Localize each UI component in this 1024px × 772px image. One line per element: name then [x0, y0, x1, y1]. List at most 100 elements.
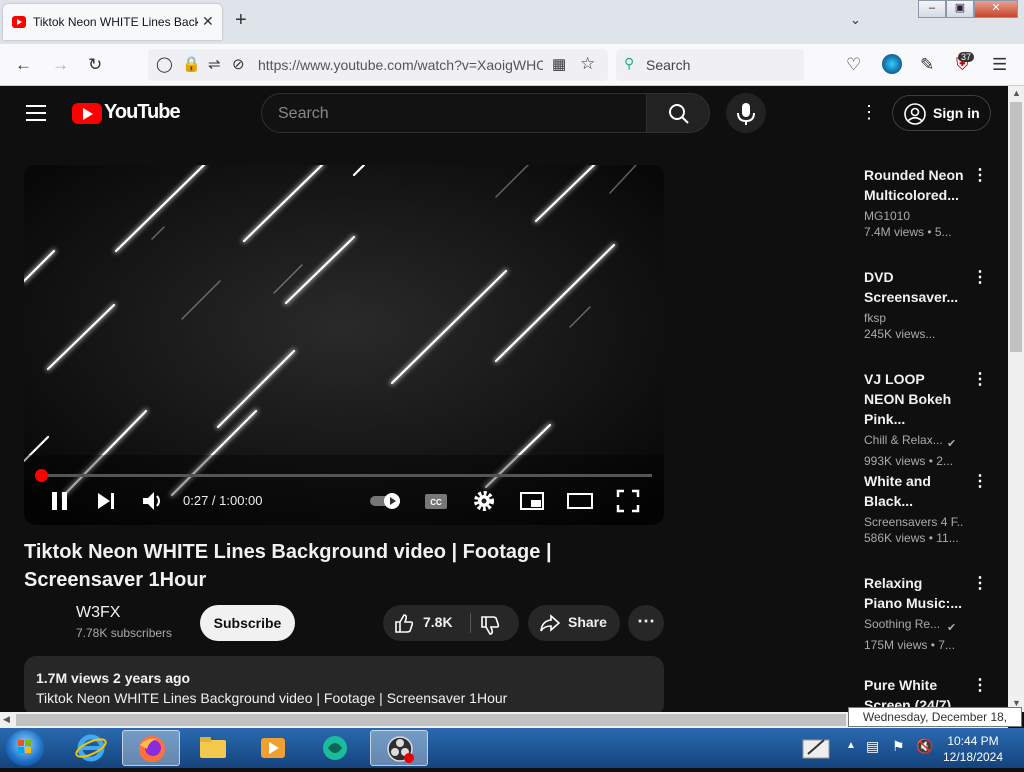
minimize-button[interactable]: – — [918, 0, 946, 18]
recommendation-title: Pure White Screen (24/7) — [864, 677, 952, 711]
theater-mode-icon[interactable] — [566, 487, 594, 515]
scroll-up-icon[interactable]: ▲ — [1012, 88, 1021, 98]
youtube-logo-text[interactable]: YouTube — [104, 101, 181, 124]
browser-tab[interactable]: Tiktok Neon WHITE Lines Background video… — [3, 4, 222, 40]
pocket-icon[interactable]: ♡ — [846, 55, 861, 75]
more-actions-icon[interactable]: ⋯ — [628, 605, 664, 641]
app-icon — [323, 736, 347, 760]
description-box[interactable]: 1.7M views 2 years ago Tiktok Neon WHITE… — [24, 656, 664, 716]
svg-text:CC: CC — [430, 498, 442, 507]
firefox-task[interactable] — [122, 730, 180, 766]
media-player-task[interactable] — [244, 730, 302, 766]
forward-icon[interactable]: → — [52, 55, 69, 75]
recommendation-title: Rounded Neon Multicolored... — [864, 167, 964, 203]
recommendation-menu-icon[interactable]: ⋮ — [972, 573, 988, 593]
youtube-search-input[interactable]: Search — [261, 93, 647, 133]
voice-search-button[interactable] — [726, 93, 766, 133]
recommendation-menu-icon[interactable]: ⋮ — [972, 369, 988, 389]
verified-icon: ✔ — [944, 438, 957, 450]
channel-name[interactable]: W3FX — [76, 604, 120, 622]
action-center-flag-icon[interactable]: ⚑ — [892, 738, 905, 755]
vpn-extension-icon[interactable] — [882, 54, 902, 74]
reload-icon[interactable]: ↻ — [88, 55, 102, 75]
show-hidden-icons-icon[interactable]: ▲ — [846, 740, 856, 751]
file-explorer-task[interactable] — [184, 730, 242, 766]
youtube-logo-icon[interactable] — [72, 103, 102, 124]
browser-tab-strip: Tiktok Neon WHITE Lines Background video… — [0, 0, 1024, 44]
vertical-scrollbar[interactable]: ▲ ▼ — [1008, 86, 1024, 712]
like-dislike-group: 7.8K — [383, 605, 519, 641]
scrubber-handle[interactable] — [35, 469, 48, 482]
recommendation-meta: 586K views • 11... — [864, 531, 959, 545]
recommendation-menu-icon[interactable]: ⋮ — [972, 675, 988, 695]
tab-close-icon[interactable]: ✕ — [202, 13, 214, 30]
recommendation-item[interactable]: White and Black... Screensavers 4 F... 5… — [864, 471, 994, 545]
permissions-icon[interactable]: ⇌ — [208, 55, 221, 73]
like-count[interactable]: 7.8K — [423, 614, 453, 630]
media-player-icon — [261, 738, 285, 758]
tab-title: Tiktok Neon WHITE Lines Background video… — [33, 15, 198, 29]
reader-view-icon[interactable]: ▦ — [552, 55, 566, 73]
settings-gear-icon[interactable] — [470, 487, 498, 515]
video-title: Tiktok Neon WHITE Lines Background video… — [24, 541, 552, 591]
new-tab-icon[interactable]: + — [235, 9, 247, 32]
start-button[interactable] — [6, 730, 44, 766]
url-bar[interactable]: ◯ 🔒 ⇌ ⊘ https://www.youtube.com/watch?v=… — [148, 49, 608, 81]
video-player[interactable]: 0:27 / 1:00:00 CC — [24, 165, 664, 525]
restore-button[interactable]: ▣ — [946, 0, 974, 18]
app-menu-icon[interactable]: ☰ — [992, 55, 1007, 75]
network-icon[interactable]: ▤ — [866, 738, 879, 755]
sign-in-button[interactable]: Sign in — [892, 95, 991, 131]
taskbar-clock[interactable]: 10:44 PM 12/18/2024 — [940, 733, 1006, 765]
recommendation-menu-icon[interactable]: ⋮ — [972, 165, 988, 185]
recommendation-menu-icon[interactable]: ⋮ — [972, 471, 988, 491]
video-frame-neon-lines — [24, 165, 664, 525]
obs-task[interactable] — [370, 730, 428, 766]
autoplay-toggle-icon[interactable] — [368, 487, 404, 515]
recommendation-item[interactable]: VJ LOOP NEON Bokeh Pink... Chill & Relax… — [864, 369, 994, 468]
recommendation-title: VJ LOOP NEON Bokeh Pink... — [864, 371, 952, 427]
back-icon[interactable]: ← — [15, 55, 32, 75]
subscribe-button[interactable]: Subscribe — [200, 605, 295, 641]
blocked-media-icon[interactable]: ⊘ — [232, 55, 245, 73]
extensions-icon[interactable]: ✎ — [920, 55, 934, 75]
settings-more-icon[interactable]: ⋮ — [860, 102, 878, 123]
horizontal-scroll-thumb[interactable] — [16, 714, 846, 726]
recommendation-item[interactable]: Relaxing Piano Music:... Soothing Re... … — [864, 573, 994, 652]
recommendation-item[interactable]: Pure White Screen (24/7) ⋮ — [864, 675, 994, 711]
thumbs-down-icon[interactable] — [479, 613, 501, 635]
scroll-left-icon[interactable]: ◀ — [3, 714, 10, 725]
thumbs-up-icon[interactable] — [393, 612, 415, 634]
lock-icon[interactable]: 🔒 — [182, 55, 201, 73]
hamburger-menu-icon[interactable] — [26, 105, 46, 126]
handwriting-panel-icon[interactable] — [800, 734, 834, 762]
recommendation-meta: 245K views... — [864, 327, 936, 341]
volume-muted-icon[interactable]: 🔇 — [916, 738, 933, 755]
next-icon[interactable] — [92, 487, 120, 515]
recommendation-item[interactable]: Rounded Neon Multicolored... MG1010 7.4M… — [864, 165, 994, 239]
app-task[interactable] — [306, 730, 364, 766]
recommendation-channel: Screensavers 4 F... — [864, 515, 964, 529]
captions-icon[interactable]: CC — [422, 487, 450, 515]
description-text: Tiktok Neon WHITE Lines Background video… — [36, 690, 508, 706]
vertical-scroll-thumb[interactable] — [1010, 102, 1022, 352]
fullscreen-icon[interactable] — [614, 487, 642, 515]
browser-search-box[interactable]: ⚲ Search — [616, 49, 804, 81]
internet-explorer-task[interactable] — [62, 730, 120, 766]
pause-icon[interactable] — [46, 487, 74, 515]
youtube-favicon-icon — [12, 16, 26, 28]
progress-bar[interactable] — [41, 474, 652, 477]
window-close-button[interactable]: ✕ — [974, 0, 1018, 18]
folder-icon — [200, 737, 226, 758]
miniplayer-icon[interactable] — [518, 487, 546, 515]
recommendation-title: Relaxing Piano Music:... — [864, 575, 963, 611]
shield-icon[interactable]: ◯ — [156, 55, 173, 73]
recommendation-item[interactable]: DVD Screensaver... fksp 245K views... ⋮ — [864, 267, 994, 341]
clock-date: 12/18/2024 — [942, 750, 1004, 764]
share-button[interactable]: Share — [528, 605, 620, 641]
bookmark-star-icon[interactable]: ☆ — [580, 54, 595, 74]
youtube-search-button[interactable] — [646, 93, 710, 133]
list-all-tabs-icon[interactable]: ⌄ — [850, 12, 861, 28]
recommendation-menu-icon[interactable]: ⋮ — [972, 267, 988, 287]
volume-icon[interactable] — [139, 487, 167, 515]
